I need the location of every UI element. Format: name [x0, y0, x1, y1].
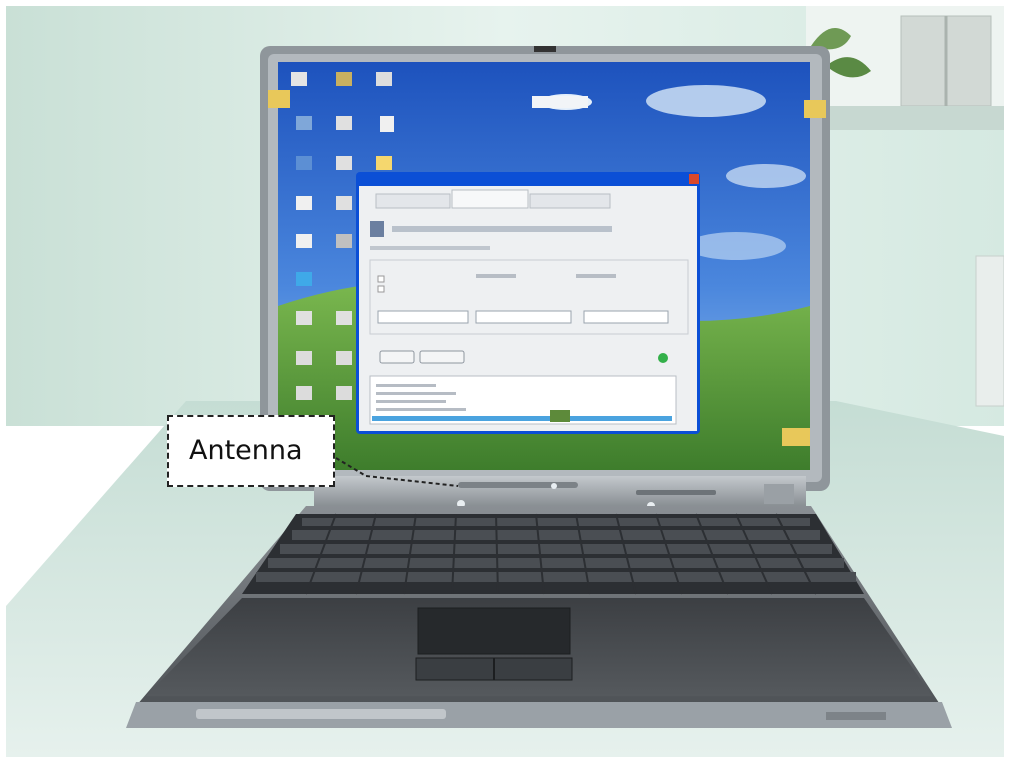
antenna-callout: Antenna: [167, 415, 335, 487]
laptop-scene: [6, 6, 1004, 757]
tape-left: [268, 90, 290, 108]
tape-right-bottom: [782, 428, 810, 446]
desktop-label-box: [532, 96, 588, 108]
dialog-window: [356, 172, 700, 434]
antenna-callout-label: Antenna: [189, 435, 303, 466]
photograph: [6, 6, 1004, 757]
touchpad: [417, 607, 571, 655]
tape-right-top: [804, 100, 826, 118]
antenna-area: [458, 482, 578, 488]
